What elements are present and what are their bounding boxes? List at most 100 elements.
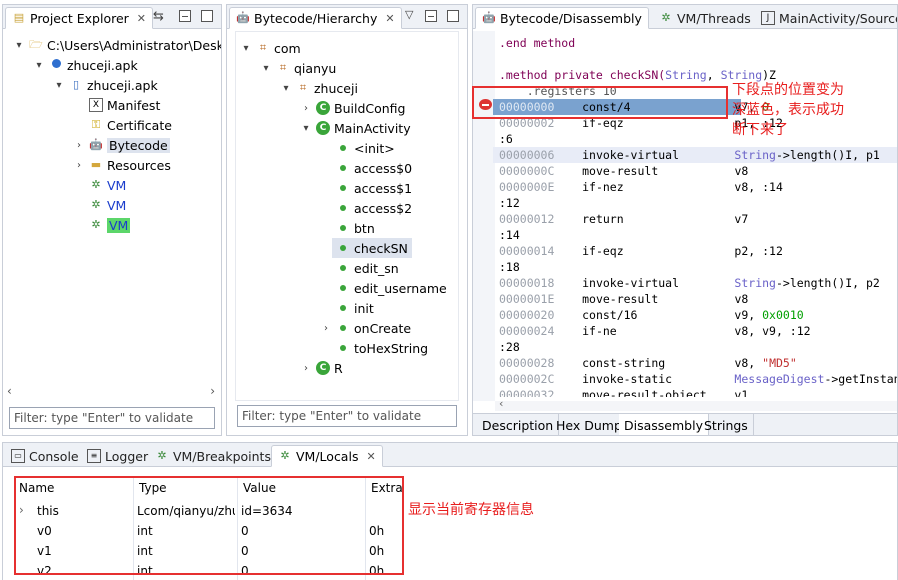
tab-vm-locals[interactable]: ✲ VM/Locals ✕ <box>271 445 383 467</box>
chevron-down-icon[interactable]: ▾ <box>280 83 292 94</box>
tab-mainactivity-source[interactable]: J MainActivity/Source <box>755 7 897 29</box>
horizontal-scrollbar[interactable]: ‹ <box>495 397 897 411</box>
tree-item-edit-username[interactable]: edit_username <box>336 278 447 298</box>
maximize-button[interactable] <box>201 10 213 22</box>
logger-icon: ≡ <box>87 449 101 463</box>
chevron-down-icon[interactable]: ▾ <box>13 40 25 51</box>
code-line: :14 <box>499 228 520 242</box>
breakpoint-icon[interactable] <box>479 99 492 110</box>
tree-item-init-method[interactable]: init <box>336 298 374 318</box>
chevron-right-icon[interactable]: › <box>73 140 85 151</box>
tab-console[interactable]: ▭ Console <box>5 445 85 467</box>
chevron-right-icon[interactable]: › <box>19 503 24 517</box>
tab-project-explorer-label: Project Explorer <box>30 10 129 26</box>
tree-item-btn[interactable]: btn <box>336 218 375 238</box>
folder-icon: ▬ <box>90 158 102 171</box>
chevron-down-icon[interactable]: ▾ <box>33 60 45 71</box>
tab-bytecode-hierarchy[interactable]: 🤖 Bytecode/Hierarchy ✕ <box>229 7 402 29</box>
tree-item-tohexstring[interactable]: toHexString <box>336 338 428 358</box>
method-dot-icon <box>336 201 350 215</box>
table-row[interactable]: v0 int 0 0h <box>11 521 409 541</box>
tree-item-vm-3[interactable]: ✲ VM <box>89 215 131 235</box>
tree-item-root-folder[interactable]: ▾ 🗁 C:\Users\Administrator\Desk <box>13 35 221 55</box>
horizontal-scrollbar[interactable]: ‹ › <box>5 384 219 399</box>
tree-item-mainactivity[interactable]: ▾ C MainActivity <box>300 118 410 138</box>
column-header-type[interactable]: Type <box>139 481 167 495</box>
tree-item-r[interactable]: › C R <box>300 358 343 378</box>
tree-item-init[interactable]: <init> <box>336 138 395 158</box>
tree-item-bytecode[interactable]: › 🤖 Bytecode <box>73 135 170 155</box>
maximize-button[interactable] <box>447 10 459 22</box>
link-with-editor-icon[interactable]: ⇆ <box>153 9 164 24</box>
tab-label: VM/Locals <box>296 448 359 464</box>
tree-item-access2[interactable]: access$2 <box>336 198 412 218</box>
tree-item-label: Bytecode <box>107 137 170 153</box>
annotation-line: 下段点的位置变为 <box>732 82 844 98</box>
tree-item-checksn[interactable]: checkSN <box>332 238 412 258</box>
cell-name: v1 <box>37 544 52 558</box>
tree-item-qianyu[interactable]: ▾ ⌗ qianyu <box>260 58 336 78</box>
table-header: Name Type Value Extra <box>11 477 409 497</box>
tree-item-vm-1[interactable]: ✲ VM <box>89 175 126 195</box>
chevron-down-icon[interactable]: ▾ <box>300 123 312 134</box>
hierarchy-filter-input[interactable]: Filter: type "Enter" to validate <box>237 405 457 427</box>
tab-bytecode-disassembly[interactable]: 🤖 Bytecode/Disassembly <box>475 7 649 29</box>
chevron-right-icon[interactable]: › <box>320 323 332 334</box>
column-header-extra[interactable]: Extra <box>371 481 403 495</box>
bug-icon: ✲ <box>157 449 167 462</box>
table-row[interactable]: v1 int 0 0h <box>11 541 409 561</box>
method-dot-icon <box>336 301 350 315</box>
tab-logger[interactable]: ≡ Logger <box>81 445 154 467</box>
project-explorer-panel: ▤ Project Explorer ✕ ⇆ ▾ 🗁 C:\Users\Admi… <box>2 4 222 436</box>
close-icon[interactable]: ✕ <box>385 12 394 25</box>
tree-item-label: com <box>274 40 301 56</box>
view-menu-icon[interactable]: ▽ <box>405 8 413 21</box>
minimize-button[interactable] <box>425 10 437 22</box>
chevron-down-icon[interactable]: ▾ <box>260 63 272 74</box>
tab-disassembly[interactable]: Disassembly <box>619 414 709 435</box>
tree-item-apk-file[interactable]: ▾ ▯ zhuceji.apk <box>53 75 157 95</box>
tree-item-resources[interactable]: › ▬ Resources <box>73 155 171 175</box>
tree-item-com[interactable]: ▾ ⌗ com <box>240 38 301 58</box>
tab-description[interactable]: Description <box>477 414 560 435</box>
code-line: 0000002C invoke-static MessageDigest->ge… <box>499 372 897 386</box>
apk-dot-icon <box>49 58 63 72</box>
tree-item-label: edit_sn <box>354 260 399 276</box>
column-header-name[interactable]: Name <box>19 481 54 495</box>
chevron-down-icon[interactable]: ▾ <box>240 43 252 54</box>
chevron-right-icon[interactable]: › <box>73 160 85 171</box>
close-icon[interactable]: ✕ <box>137 12 146 25</box>
minimize-button[interactable] <box>179 10 191 22</box>
cell-value: 0 <box>241 524 249 538</box>
console-icon: ▭ <box>11 449 25 463</box>
chevron-down-icon[interactable]: ▾ <box>53 80 65 91</box>
tree-item-manifest[interactable]: X Manifest <box>73 95 160 115</box>
column-header-value[interactable]: Value <box>243 481 276 495</box>
scroll-right-icon[interactable]: › <box>210 384 215 398</box>
table-row[interactable]: › this Lcom/qianyu/zhu id=3634 <box>11 501 409 521</box>
tree-item-access1[interactable]: access$1 <box>336 178 412 198</box>
tree-item-buildconfig[interactable]: › C BuildConfig <box>300 98 405 118</box>
scroll-left-icon[interactable]: ‹ <box>499 397 503 410</box>
chevron-right-icon[interactable]: › <box>300 103 312 114</box>
project-filter-input[interactable]: Filter: type "Enter" to validate <box>9 407 215 429</box>
tab-strings[interactable]: Strings <box>699 414 754 435</box>
tree-item-oncreate[interactable]: › onCreate <box>320 318 411 338</box>
close-icon[interactable]: ✕ <box>366 450 375 463</box>
tree-item-certificate[interactable]: ⚿ Certificate <box>73 115 172 135</box>
tree-item-zhuceji[interactable]: ▾ ⌗ zhuceji <box>280 78 357 98</box>
breakpoint-gutter[interactable] <box>473 31 495 401</box>
tree-item-label: VM <box>107 197 127 213</box>
tree-item-vm-2[interactable]: ✲ VM <box>89 195 126 215</box>
chevron-right-icon[interactable]: › <box>300 363 312 374</box>
tab-project-explorer[interactable]: ▤ Project Explorer ✕ <box>5 7 154 29</box>
hierarchy-tabbar: 🤖 Bytecode/Hierarchy ✕ ▽ <box>227 5 467 29</box>
tab-vm-breakpoints[interactable]: ✲ VM/Breakpoints <box>149 445 277 467</box>
table-row[interactable]: v2 int 0 0h <box>11 561 409 573</box>
tab-hex-dump[interactable]: Hex Dump <box>551 414 628 435</box>
scroll-left-icon[interactable]: ‹ <box>7 384 12 398</box>
tree-item-edit-sn[interactable]: edit_sn <box>336 258 399 278</box>
tree-item-apk[interactable]: ▾ zhuceji.apk <box>33 55 137 75</box>
tree-item-access0[interactable]: access$0 <box>336 158 412 178</box>
tab-vm-threads[interactable]: ✲ VM/Threads <box>653 7 757 29</box>
